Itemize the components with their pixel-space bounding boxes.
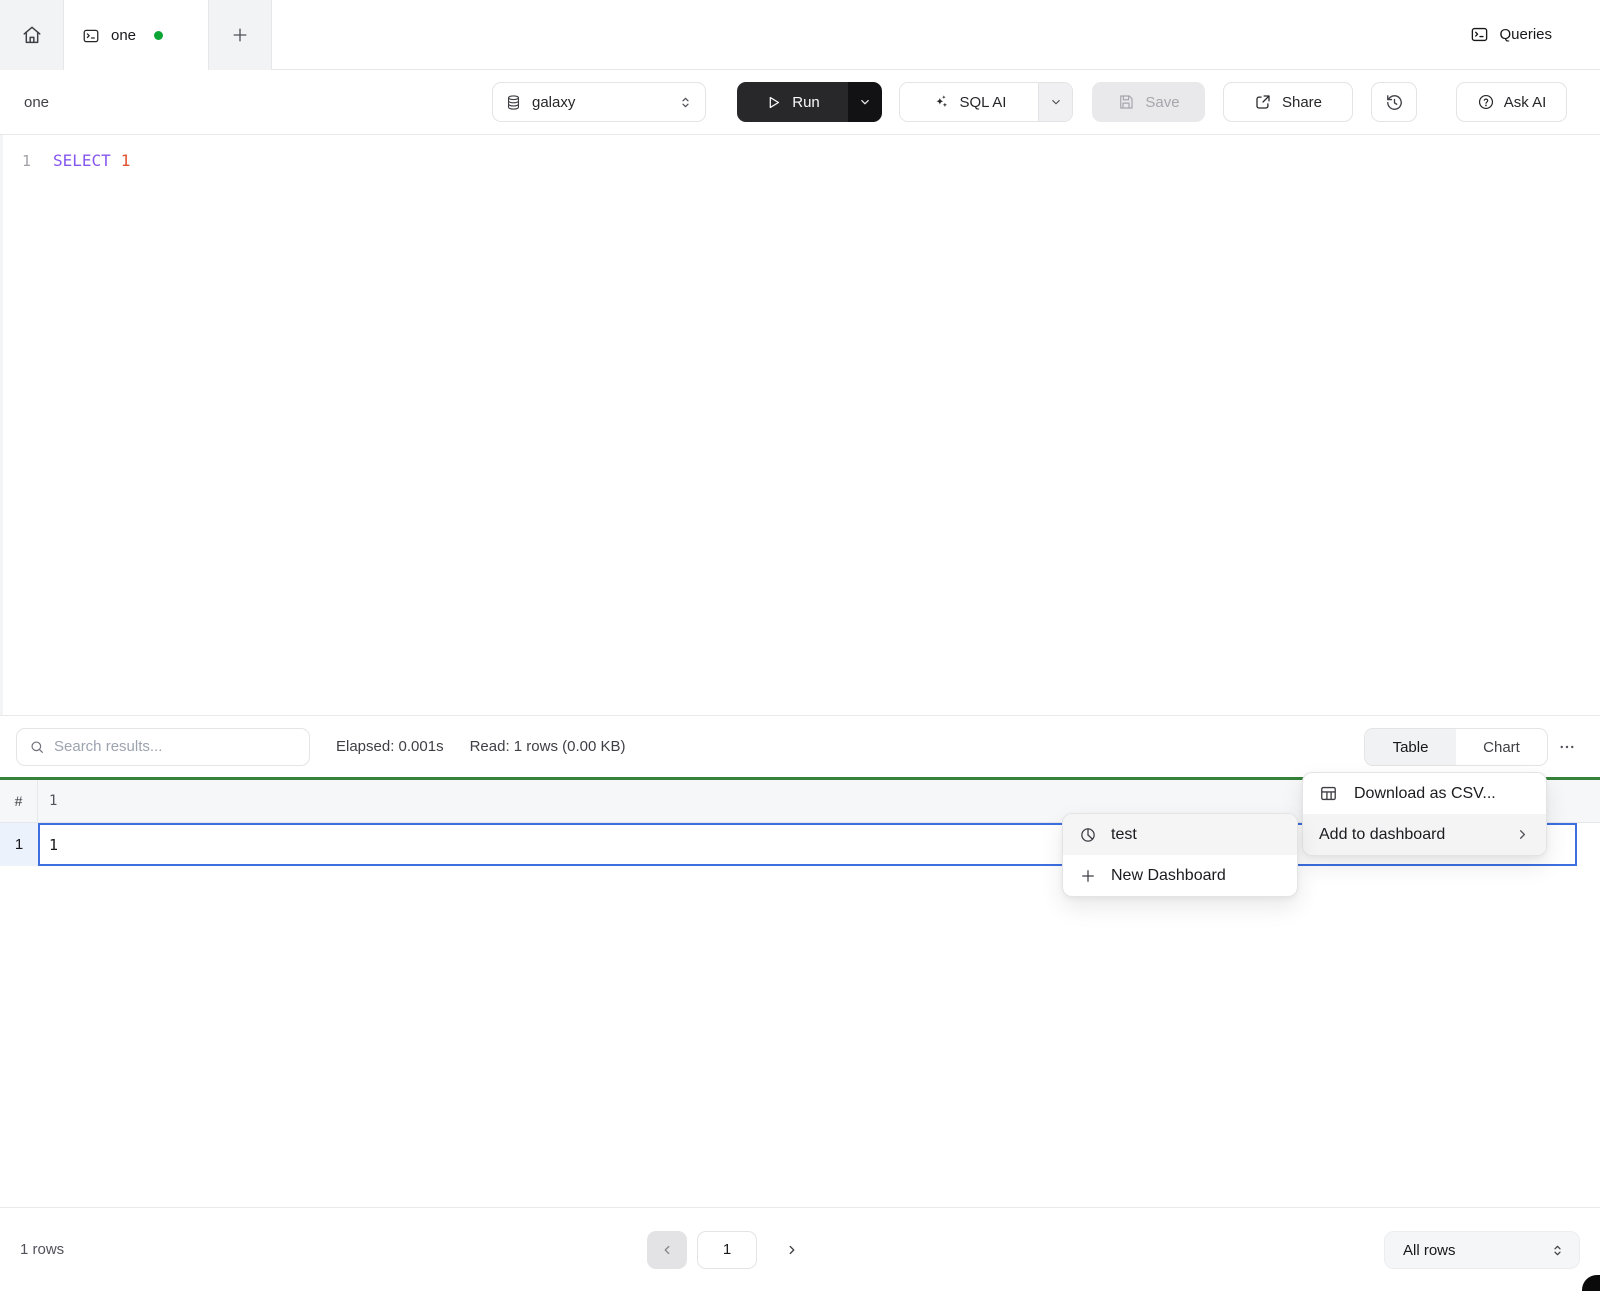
history-icon <box>1385 93 1404 112</box>
sql-ai-button[interactable]: SQL AI <box>900 83 1038 121</box>
results-footer: 1 rows 1 All rows <box>0 1207 1600 1291</box>
search-results-input[interactable] <box>54 738 297 755</box>
sql-ai-button-group: SQL AI <box>899 82 1073 122</box>
line-number: 1 <box>0 150 31 172</box>
chevron-right-icon <box>785 1243 799 1257</box>
submenu-item-test[interactable]: test <box>1063 814 1297 855</box>
new-tab-button[interactable] <box>209 0 272 70</box>
chevron-right-icon <box>1515 827 1530 842</box>
view-toggle: Table Chart <box>1364 728 1548 766</box>
share-button[interactable]: Share <box>1223 82 1353 122</box>
updown-chevron-icon <box>678 95 693 110</box>
tab-label: one <box>111 27 136 44</box>
terminal-icon <box>1470 25 1489 44</box>
menu-item-add-to-dashboard[interactable]: Add to dashboard <box>1303 814 1546 855</box>
unsaved-indicator-dot <box>154 31 163 40</box>
plus-icon <box>1079 867 1097 885</box>
terminal-icon <box>82 27 100 45</box>
ask-ai-button[interactable]: Ask AI <box>1456 82 1567 122</box>
sql-ai-button-label: SQL AI <box>960 94 1007 111</box>
read-stat: Read: 1 rows (0.00 KB) <box>470 738 626 755</box>
more-options-button[interactable] <box>1552 734 1582 760</box>
plus-icon <box>230 25 250 45</box>
search-icon <box>29 739 45 755</box>
pie-chart-icon <box>1079 826 1097 844</box>
index-column-header: # <box>0 780 38 822</box>
query-toolbar: one galaxy <box>0 70 1600 135</box>
database-select-value: galaxy <box>532 94 668 111</box>
submenu-item-label: test <box>1111 826 1137 844</box>
pagination: 1 <box>647 1208 809 1291</box>
tab-one[interactable]: one <box>64 0 209 71</box>
chevron-down-icon <box>858 95 872 109</box>
page-size-select[interactable]: All rows <box>1384 1231 1580 1269</box>
run-button-group: Run <box>737 82 882 122</box>
updown-chevron-icon <box>1550 1243 1565 1258</box>
menu-item-label: Add to dashboard <box>1319 826 1445 844</box>
chevron-down-icon <box>1049 95 1063 109</box>
row-index-cell[interactable]: 1 <box>0 823 38 866</box>
sql-number: 1 <box>121 151 131 170</box>
table-view-button[interactable]: Table <box>1365 729 1456 765</box>
search-results-field <box>16 728 310 766</box>
ask-ai-button-label: Ask AI <box>1504 94 1547 111</box>
sql-console-window: one Queries one <box>0 0 1600 1291</box>
question-circle-icon <box>1477 93 1495 111</box>
database-icon <box>505 94 522 111</box>
history-button[interactable] <box>1371 82 1417 122</box>
current-page-indicator[interactable]: 1 <box>697 1231 757 1269</box>
share-icon <box>1254 93 1272 111</box>
sql-keyword: SELECT <box>53 151 111 170</box>
chart-view-button[interactable]: Chart <box>1456 729 1547 765</box>
run-button[interactable]: Run <box>737 82 848 122</box>
query-title: one <box>24 70 49 134</box>
editor-line: 1 SELECT 1 <box>0 135 1600 172</box>
play-icon <box>765 94 782 111</box>
queries-button[interactable]: Queries <box>1470 0 1552 69</box>
menu-item-download-csv[interactable]: Download as CSV... <box>1303 773 1546 814</box>
next-page-button[interactable] <box>775 1231 809 1269</box>
dashboard-submenu: test New Dashboard <box>1062 813 1298 897</box>
previous-page-button[interactable] <box>647 1231 687 1269</box>
results-context-menu: Download as CSV... Add to dashboard <box>1302 772 1547 856</box>
editor-code: SELECT 1 <box>53 150 130 172</box>
sql-editor[interactable]: 1 SELECT 1 <box>0 135 1600 715</box>
save-icon <box>1117 93 1135 111</box>
chevron-left-icon <box>660 1243 674 1257</box>
sparkles-icon <box>932 93 950 111</box>
save-button-label: Save <box>1145 94 1179 111</box>
share-button-label: Share <box>1282 94 1322 111</box>
tab-bar: one Queries <box>0 0 1600 70</box>
submenu-item-new-dashboard[interactable]: New Dashboard <box>1063 855 1297 896</box>
home-button[interactable] <box>0 0 64 70</box>
queries-button-label: Queries <box>1499 26 1552 43</box>
sql-ai-options-button[interactable] <box>1038 83 1072 121</box>
elapsed-stat: Elapsed: 0.001s <box>336 738 444 755</box>
ellipsis-icon <box>1558 738 1576 756</box>
run-options-button[interactable] <box>848 82 882 122</box>
table-icon <box>1319 784 1338 803</box>
results-toolbar: Elapsed: 0.001s Read: 1 rows (0.00 KB) T… <box>0 715 1600 777</box>
home-icon <box>21 24 43 46</box>
menu-item-label: Download as CSV... <box>1354 785 1496 803</box>
row-count: 1 rows <box>20 1208 64 1291</box>
save-button[interactable]: Save <box>1092 82 1205 122</box>
submenu-item-label: New Dashboard <box>1111 867 1226 885</box>
run-button-label: Run <box>792 94 820 111</box>
page-size-value: All rows <box>1403 1242 1550 1259</box>
database-select[interactable]: galaxy <box>492 82 706 122</box>
